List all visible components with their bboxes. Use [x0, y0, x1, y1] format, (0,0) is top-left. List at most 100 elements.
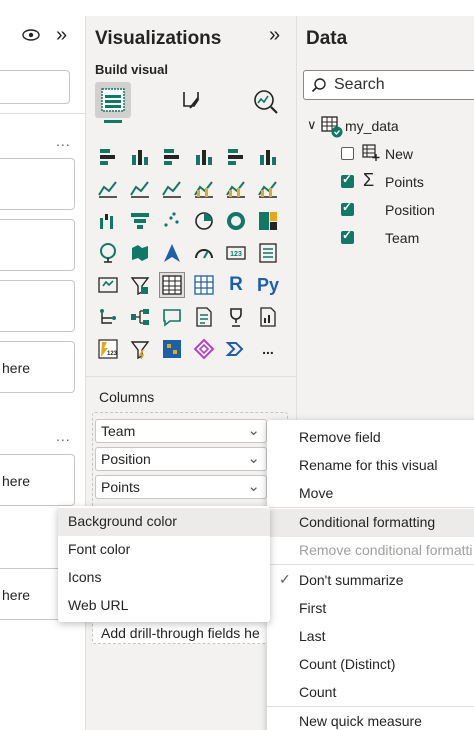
eye-icon[interactable] — [22, 28, 40, 47]
field-new[interactable]: New — [385, 146, 413, 162]
line-chart-icon[interactable] — [96, 177, 120, 201]
format-visual-icon[interactable] — [178, 88, 206, 121]
stacked-column-icon[interactable] — [128, 145, 152, 169]
area-chart-icon[interactable] — [128, 177, 152, 201]
menu-item-icons[interactable]: Icons — [58, 564, 270, 592]
checkbox-points[interactable] — [341, 172, 354, 188]
menu-separator — [267, 564, 474, 565]
search-placeholder: Search — [334, 76, 385, 93]
menu-item-last[interactable]: Last — [267, 623, 474, 651]
search-input[interactable]: Search — [303, 70, 474, 100]
table-name[interactable]: my_data — [345, 118, 399, 134]
clustered-bar-icon[interactable] — [160, 145, 184, 169]
menu-item-background-color[interactable]: Background color — [58, 508, 270, 536]
100-bar-icon[interactable] — [224, 145, 248, 169]
clustered-column-icon[interactable] — [192, 145, 216, 169]
filters-pane: » ... here ... here here — [0, 16, 86, 730]
power-apps-icon[interactable]: 123 — [96, 337, 120, 361]
power-automate-icon[interactable] — [128, 337, 152, 361]
narrative-icon[interactable] — [192, 305, 216, 329]
menu-item-count-distinct[interactable]: Count (Distinct) — [267, 651, 474, 679]
kpi-icon[interactable] — [96, 273, 120, 297]
slicer-icon[interactable] — [128, 273, 152, 297]
azure-map-icon[interactable] — [160, 241, 184, 265]
filter-card[interactable] — [0, 158, 75, 210]
menu-item-remove-field[interactable]: Remove field — [267, 424, 474, 452]
menu-separator — [267, 507, 474, 508]
map-icon[interactable] — [96, 241, 120, 265]
stacked-bar-icon[interactable] — [96, 145, 120, 169]
funnel-icon[interactable] — [128, 209, 152, 233]
field-points[interactable]: Points — [385, 174, 424, 190]
more-options-icon[interactable]: ... — [56, 133, 71, 149]
scatter-icon[interactable] — [160, 209, 184, 233]
qa-icon[interactable] — [160, 305, 184, 329]
decomposition-tree-icon[interactable] — [128, 305, 152, 329]
card-icon[interactable]: 123 — [224, 241, 248, 265]
menu-item-remove-conditional-formatting: Remove conditional formatti — [299, 542, 473, 558]
divider — [0, 113, 86, 114]
field-chip-team[interactable]: Team ⌄ — [95, 419, 267, 443]
table-icon[interactable] — [159, 272, 185, 298]
custom-visual-icon[interactable] — [160, 337, 184, 361]
menu-item-font-color[interactable]: Font color — [58, 536, 270, 564]
field-name: Team — [101, 423, 136, 439]
filter-search-box[interactable] — [0, 70, 70, 104]
collapse-visualizations-icon[interactable]: » — [269, 24, 280, 47]
pie-chart-icon[interactable] — [192, 209, 216, 233]
filter-drop-card[interactable]: here — [0, 454, 75, 506]
more-options-icon[interactable]: ... — [56, 428, 71, 444]
build-visual-tab[interactable] — [95, 82, 131, 118]
field-position[interactable]: Position — [385, 202, 435, 218]
chevron-down-icon[interactable]: ⌄ — [247, 421, 260, 439]
stacked-area-icon[interactable] — [160, 177, 184, 201]
top-strip — [0, 0, 474, 16]
menu-item-new-quick-measure[interactable]: New quick measure — [267, 708, 474, 730]
ribbon-chart-icon[interactable] — [256, 177, 280, 201]
filter-drop-card[interactable]: here — [0, 341, 75, 393]
matrix-icon[interactable] — [192, 273, 216, 297]
chevron-icon[interactable] — [224, 337, 248, 361]
menu-item-count[interactable]: Count — [267, 679, 474, 707]
line-clustered-icon[interactable] — [224, 177, 248, 201]
filled-map-icon[interactable] — [128, 241, 152, 265]
python-visual-icon[interactable]: Py — [256, 273, 280, 297]
menu-item-move[interactable]: Move — [267, 480, 474, 508]
menu-item-dont-summarize[interactable]: Don't summarize — [267, 567, 474, 595]
waterfall-icon[interactable] — [96, 209, 120, 233]
chevron-down-icon[interactable]: ⌄ — [247, 477, 260, 495]
line-column-icon[interactable] — [192, 177, 216, 201]
gauge-icon[interactable] — [192, 241, 216, 265]
chevron-down-icon[interactable]: ⌄ — [247, 449, 260, 467]
build-visual-icon — [101, 88, 125, 112]
field-chip-position[interactable]: Position ⌄ — [95, 447, 267, 471]
field-context-menu: Remove field Rename for this visual Move… — [267, 420, 474, 730]
chevron-down-icon[interactable]: ∨ — [307, 117, 317, 133]
100-column-icon[interactable] — [256, 145, 280, 169]
paginated-report-icon[interactable] — [256, 305, 280, 329]
more-visuals-icon[interactable]: ... — [256, 337, 280, 361]
drop-here-label: here — [2, 473, 31, 489]
new-table-icon — [362, 144, 380, 167]
r-visual-icon[interactable]: R — [224, 273, 248, 297]
key-influencers-icon[interactable] — [96, 305, 120, 329]
field-team[interactable]: Team — [385, 230, 419, 246]
menu-item-first[interactable]: First — [267, 595, 474, 623]
checkbox-team[interactable] — [341, 228, 354, 244]
menu-item-conditional-formatting[interactable]: Conditional formatting — [267, 509, 474, 537]
field-chip-points[interactable]: Points ⌄ — [95, 475, 267, 499]
diamond-icon[interactable] — [192, 337, 216, 361]
filter-card[interactable] — [0, 280, 75, 332]
checkbox-position[interactable] — [341, 200, 354, 216]
filter-card[interactable] — [0, 219, 75, 271]
multi-row-card-icon[interactable] — [256, 241, 280, 265]
goals-icon[interactable] — [224, 305, 248, 329]
treemap-icon[interactable] — [256, 209, 280, 233]
checkbox-new[interactable] — [341, 147, 354, 160]
analytics-icon[interactable] — [252, 88, 280, 121]
menu-item-web-url[interactable]: Web URL — [58, 592, 270, 620]
collapse-filters-icon[interactable]: » — [56, 24, 67, 47]
visualizations-title: Visualizations — [95, 28, 222, 49]
menu-item-rename[interactable]: Rename for this visual — [267, 452, 474, 480]
donut-chart-icon[interactable] — [224, 209, 248, 233]
